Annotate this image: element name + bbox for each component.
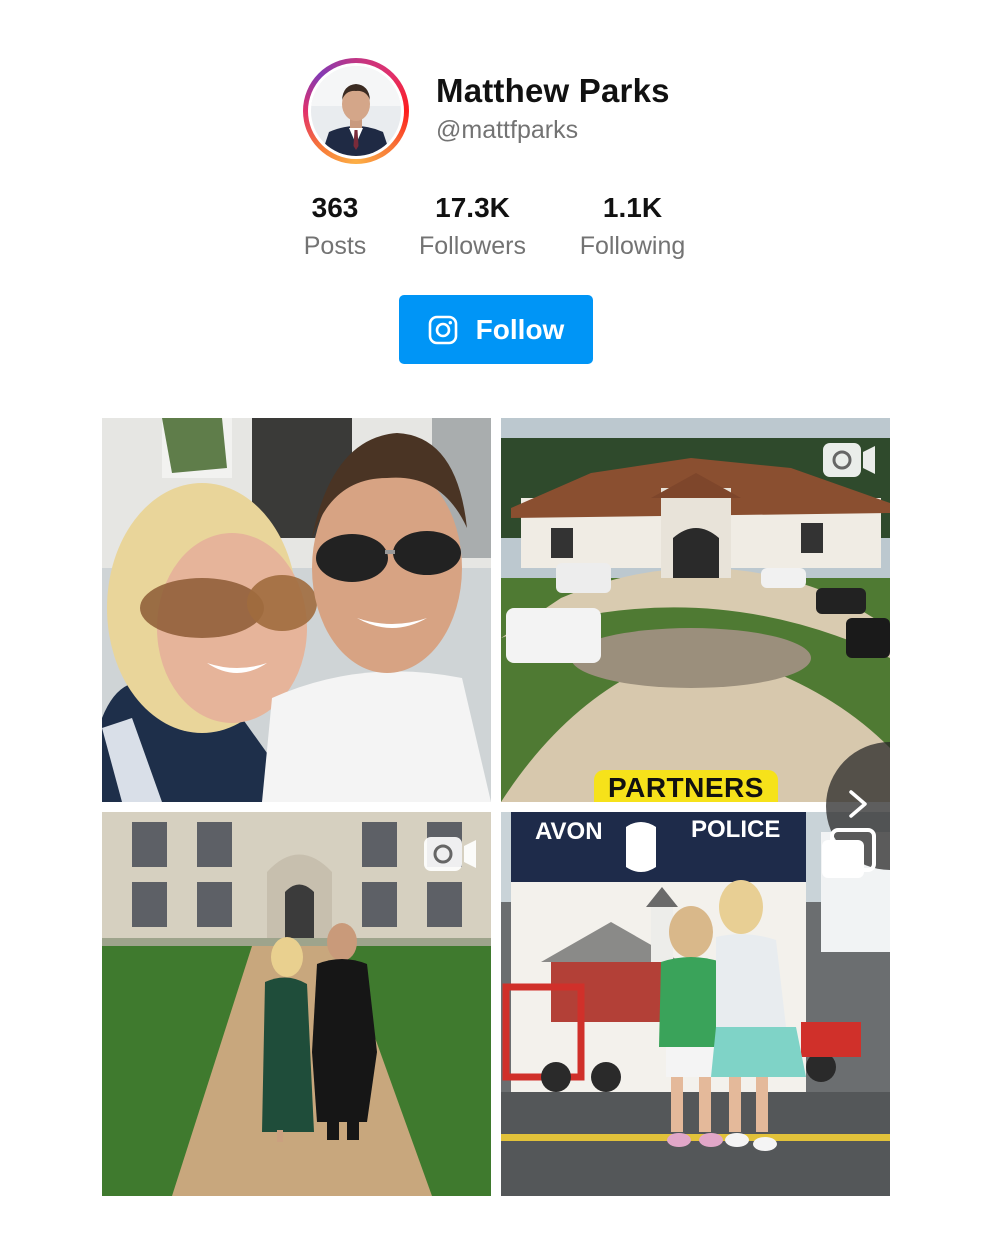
followers-count: 17.3K bbox=[435, 192, 510, 223]
profile-photo bbox=[311, 66, 401, 156]
followers-label: Followers bbox=[419, 232, 526, 260]
follow-button-label: Follow bbox=[475, 313, 565, 345]
avatar[interactable] bbox=[303, 58, 409, 164]
chevron-right-icon bbox=[845, 788, 871, 825]
posts-stat[interactable]: 363 Posts bbox=[285, 192, 385, 261]
posts-count: 363 bbox=[311, 192, 359, 223]
video-icon bbox=[823, 443, 875, 477]
followers-stat[interactable]: 17.3K Followers bbox=[400, 192, 545, 261]
sign-text-right: POLICE bbox=[691, 816, 781, 843]
instagram-icon bbox=[428, 315, 458, 345]
video-icon bbox=[424, 837, 476, 871]
posts-label: Posts bbox=[303, 232, 367, 260]
follow-button[interactable]: Follow bbox=[399, 295, 593, 364]
following-label: Following bbox=[579, 232, 686, 260]
partners-badge: PARTNERS bbox=[594, 770, 778, 802]
profile-name: Matthew Parks bbox=[436, 72, 670, 109]
profile-handle[interactable]: @mattfparks bbox=[436, 116, 578, 145]
selfie-photo bbox=[102, 418, 491, 802]
following-stat[interactable]: 1.1K Following bbox=[565, 192, 700, 261]
post-tile-2[interactable]: PARTNERS bbox=[501, 418, 890, 802]
post-tile-1[interactable] bbox=[102, 418, 491, 802]
carousel-icon bbox=[822, 828, 876, 878]
sign-text-left: AVON bbox=[535, 818, 603, 845]
avatar-frame bbox=[308, 63, 404, 159]
post-tile-3[interactable] bbox=[102, 812, 491, 1196]
following-count: 1.1K bbox=[602, 192, 663, 223]
